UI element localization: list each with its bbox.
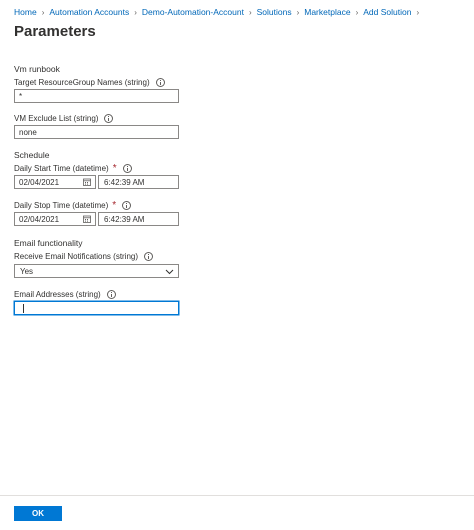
start-time-label: Daily Start Time (datetime) * [14, 162, 132, 174]
breadcrumb-marketplace[interactable]: Marketplace [304, 7, 350, 17]
start-date-value: 02/04/2021 [19, 177, 60, 187]
email-heading: Email functionality [14, 238, 83, 248]
breadcrumb-demo-automation-account[interactable]: Demo-Automation-Account [142, 7, 244, 17]
chevron-right-icon: › [134, 7, 137, 17]
start-time-label-text: Daily Start Time (datetime) [14, 164, 109, 173]
stop-time-label-text: Daily Stop Time (datetime) [14, 201, 109, 210]
start-time-value: 6:42:39 AM [104, 177, 145, 187]
required-marker: * [112, 199, 117, 211]
resource-group-input[interactable] [14, 89, 179, 103]
notifications-value: Yes [20, 266, 34, 276]
breadcrumb-solutions[interactable]: Solutions [257, 7, 292, 17]
page-title: Parameters [14, 23, 96, 40]
stop-time-input[interactable]: 6:42:39 AM [98, 212, 179, 226]
vm-runbook-heading: Vm runbook [14, 64, 60, 74]
calendar-icon[interactable] [83, 215, 91, 223]
breadcrumb-add-solution[interactable]: Add Solution [363, 7, 411, 17]
info-icon[interactable] [106, 290, 116, 299]
chevron-right-icon: › [248, 7, 252, 17]
resource-group-label-text: Target ResourceGroup Names (string) [14, 78, 150, 87]
stop-time-label: Daily Stop Time (datetime) * [14, 199, 132, 211]
breadcrumb-automation-accounts[interactable]: Automation Accounts [49, 7, 129, 17]
calendar-icon[interactable] [83, 178, 91, 186]
schedule-heading: Schedule [14, 150, 50, 160]
info-icon[interactable] [122, 164, 132, 173]
exclude-list-label: VM Exclude List (string) [14, 114, 114, 123]
exclude-list-label-text: VM Exclude List (string) [14, 114, 99, 123]
email-addresses-label-text: Email Addresses (string) [14, 290, 101, 299]
breadcrumb-home[interactable]: Home [14, 7, 37, 17]
email-addresses-input[interactable] [14, 301, 179, 315]
stop-time-value: 6:42:39 AM [104, 214, 145, 224]
chevron-right-icon: › [416, 7, 420, 17]
chevron-down-icon [165, 269, 174, 274]
text-caret [23, 304, 24, 313]
notifications-label: Receive Email Notifications (string) [14, 252, 154, 261]
breadcrumb: Home › Automation Accounts › Demo-Automa… [14, 7, 424, 17]
chevron-right-icon: › [355, 7, 359, 17]
start-date-input[interactable]: 02/04/2021 [14, 175, 96, 189]
info-icon[interactable] [144, 252, 154, 261]
ok-button[interactable]: OK [14, 506, 62, 521]
info-icon[interactable] [122, 201, 132, 210]
start-time-input[interactable]: 6:42:39 AM [98, 175, 179, 189]
stop-date-input[interactable]: 02/04/2021 [14, 212, 96, 226]
notifications-label-text: Receive Email Notifications (string) [14, 252, 139, 261]
footer-divider [0, 495, 474, 496]
required-marker: * [112, 162, 117, 174]
info-icon[interactable] [155, 78, 165, 87]
email-addresses-label: Email Addresses (string) [14, 290, 116, 299]
stop-date-value: 02/04/2021 [19, 214, 60, 224]
exclude-list-input[interactable] [14, 125, 179, 139]
chevron-right-icon: › [41, 7, 45, 17]
resource-group-label: Target ResourceGroup Names (string) [14, 78, 165, 87]
chevron-right-icon: › [296, 7, 300, 17]
info-icon[interactable] [104, 114, 114, 123]
notifications-dropdown[interactable]: Yes [14, 264, 179, 278]
